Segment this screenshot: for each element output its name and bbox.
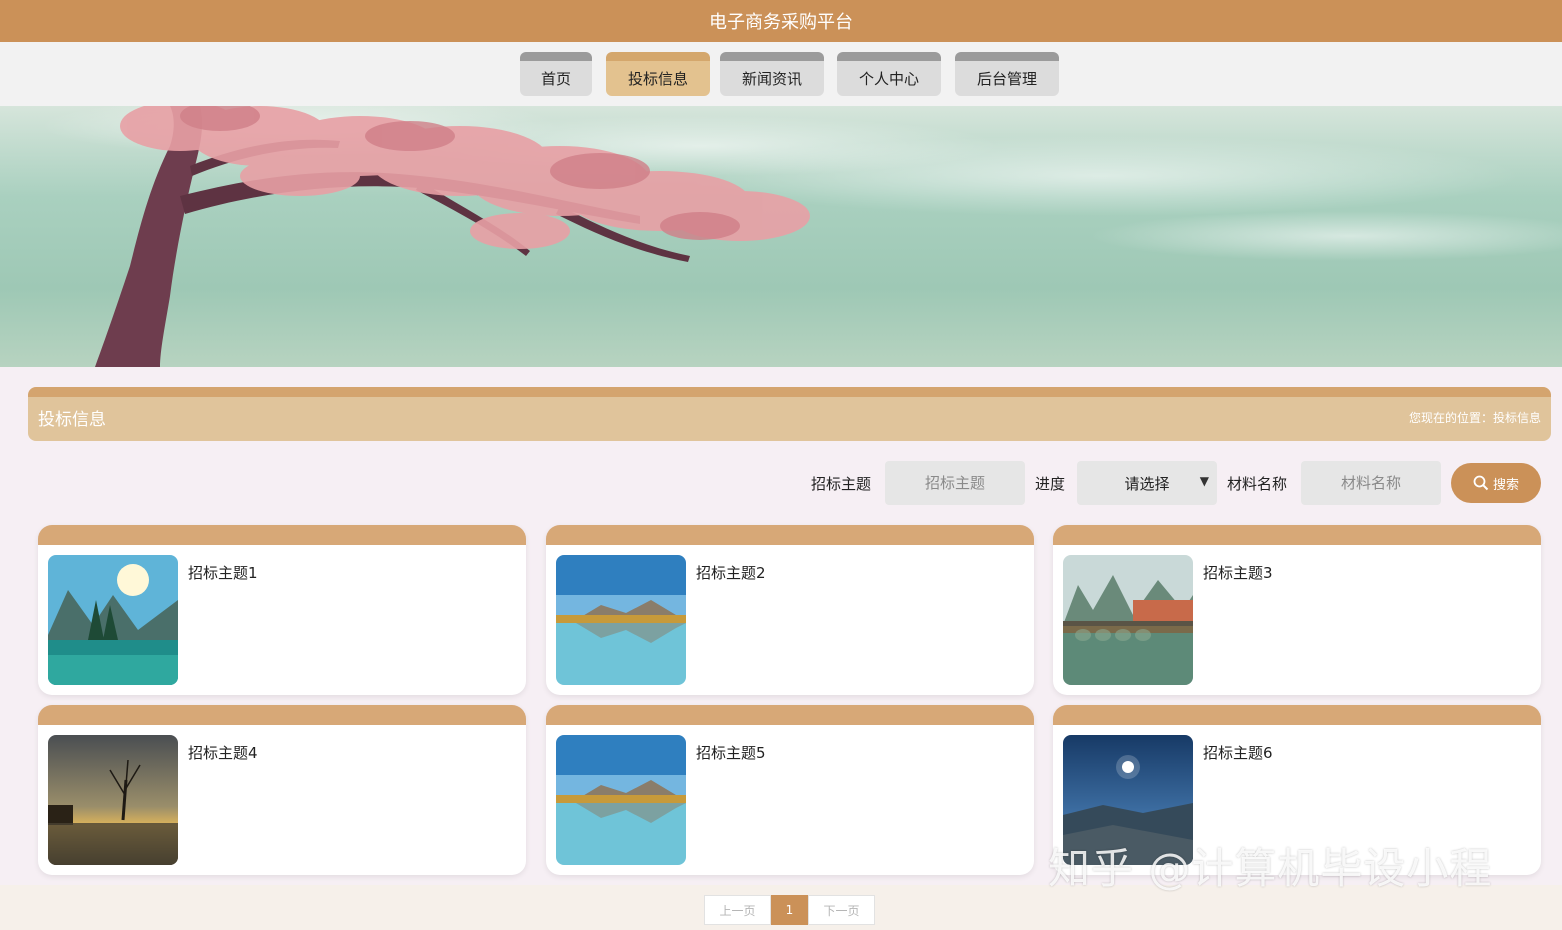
chevron-down-icon: ▼ <box>1199 474 1209 488</box>
main-nav: 首页 投标信息 新闻资讯 个人中心 后台管理 <box>0 42 1562 106</box>
bid-card-3[interactable]: 招标主题3 <box>1053 525 1541 695</box>
bid-card-title: 招标主题1 <box>188 564 258 582</box>
next-page-button[interactable]: 下一页 <box>808 895 875 925</box>
nav-news[interactable]: 新闻资讯 <box>720 52 824 96</box>
bid-card-title: 招标主题5 <box>696 744 766 762</box>
search-icon <box>1473 475 1489 491</box>
section-title: 投标信息 <box>38 410 106 430</box>
bid-card-thumbnail <box>48 735 178 865</box>
bid-card-4[interactable]: 招标主题4 <box>38 705 526 875</box>
bid-card-1[interactable]: 招标主题1 <box>38 525 526 695</box>
topic-label: 招标主题 <box>811 475 872 493</box>
material-label: 材料名称 <box>1227 475 1288 493</box>
nav-personal-center[interactable]: 个人中心 <box>837 52 941 96</box>
bid-card-title: 招标主题4 <box>188 744 258 762</box>
progress-label: 进度 <box>1035 475 1066 493</box>
nav-bidding-info[interactable]: 投标信息 <box>606 52 710 96</box>
progress-select[interactable]: 请选择 ▼ <box>1077 461 1217 505</box>
bid-card-title: 招标主题2 <box>696 564 766 582</box>
bid-card-title: 招标主题3 <box>1203 564 1273 582</box>
app-title: 电子商务采购平台 <box>709 12 853 33</box>
bid-card-5[interactable]: 招标主题5 <box>546 705 1034 875</box>
breadcrumb: 您现在的位置：投标信息 <box>1408 411 1541 425</box>
nav-home[interactable]: 首页 <box>520 52 592 96</box>
current-page-button[interactable]: 1 <box>771 895 808 925</box>
section-header: 投标信息 您现在的位置：投标信息 <box>28 387 1551 441</box>
bid-card-thumbnail <box>556 735 686 865</box>
top-header-bar: 电子商务采购平台 <box>0 0 1562 42</box>
watermark: 知乎 @计算机毕设小程 <box>1048 844 1493 893</box>
bid-card-title: 招标主题6 <box>1203 744 1273 762</box>
topic-search-input[interactable] <box>885 461 1025 505</box>
bid-card-thumbnail <box>556 555 686 685</box>
search-button[interactable]: 搜索 <box>1451 463 1541 503</box>
nav-admin[interactable]: 后台管理 <box>955 52 1059 96</box>
material-search-input[interactable] <box>1301 461 1441 505</box>
bid-card-thumbnail <box>48 555 178 685</box>
progress-select-value: 请选择 <box>1124 474 1170 493</box>
tree-banner-image <box>40 106 1562 367</box>
search-button-label: 搜索 <box>1492 477 1519 493</box>
bid-card-2[interactable]: 招标主题2 <box>546 525 1034 695</box>
bid-card-thumbnail <box>1063 555 1193 685</box>
prev-page-button[interactable]: 上一页 <box>704 895 771 925</box>
hero-banner <box>0 106 1562 367</box>
